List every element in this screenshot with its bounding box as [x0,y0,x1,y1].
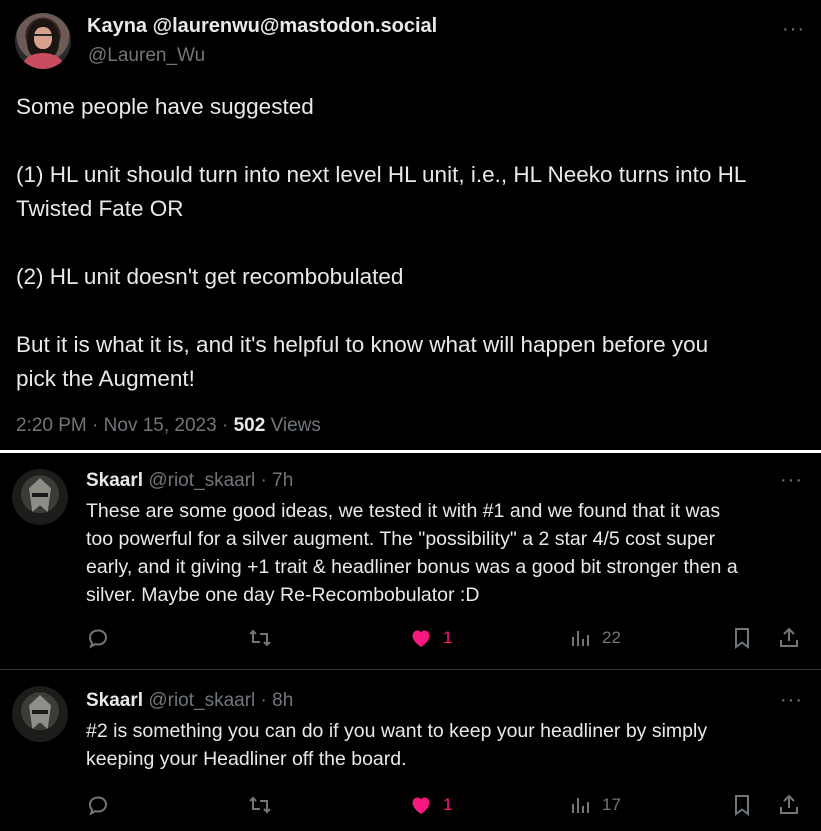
share-icon [780,627,798,647]
reply-author-handle[interactable]: @riot_skaarl [148,470,255,491]
bookmark-button[interactable] [731,623,753,653]
reply-text-line: keeping your Headliner off the board. [86,748,407,770]
author-name[interactable]: Kayna @laurenwu@mastodon.social [87,15,437,38]
reply-author-name[interactable]: Skaarl [86,690,143,711]
action-bar: 1 22 [0,623,821,653]
views-count: 17 [602,795,621,814]
reply-text: #2 is something you can do if you want t… [86,717,806,773]
reply-button[interactable] [86,623,110,653]
views-button[interactable]: 17 [570,790,621,820]
like-count: 1 [443,628,453,647]
avatar[interactable] [12,686,68,742]
meta-separator: · [92,415,99,436]
tweet-thread: Kayna @laurenwu@mastodon.social @Lauren_… [0,0,821,831]
meta-separator: · [260,470,267,491]
more-icon[interactable]: ··· [780,689,803,712]
share-icon [780,794,798,814]
retweet-button[interactable] [247,623,273,653]
reply-time[interactable]: 8h [272,690,293,711]
avatar[interactable] [15,13,71,69]
meta-separator: · [221,415,229,436]
reply-text-line: These are some good ideas, we tested it … [86,500,721,522]
bookmark-button[interactable] [731,790,753,820]
tweet-date[interactable]: Nov 15, 2023 [104,415,217,436]
views-count: 502 [233,415,266,436]
reply-text-line: #2 is something you can do if you want t… [86,720,708,742]
reply-header: Skaarl @riot_skaarl · 8h [86,690,293,712]
share-button[interactable] [777,790,801,820]
like-count: 1 [443,795,453,814]
reply-button[interactable] [86,790,110,820]
retweet-button[interactable] [247,790,273,820]
bookmark-icon [735,795,749,816]
reply-text: These are some good ideas, we tested it … [86,497,806,609]
tweet-text-line: Twisted Fate OR [16,196,184,221]
reply-header: Skaarl @riot_skaarl · 7h [86,470,293,492]
tweet-text-line: pick the Augment! [16,366,195,391]
tweet-text-line: (1) HL unit should turn into next level … [16,162,747,187]
reply-tweet[interactable]: Skaarl @riot_skaarl · 8h ··· #2 is somet… [0,670,821,831]
main-tweet: Kayna @laurenwu@mastodon.social @Lauren_… [0,0,821,451]
tweet-text-line: Some people have suggested [16,94,314,119]
tweet-text: Some people have suggested (1) HL unit s… [16,90,816,396]
reply-text-line: early, and it giving +1 trait & headline… [86,556,738,578]
like-button[interactable]: 1 [409,790,452,820]
reply-author-name[interactable]: Skaarl [86,470,143,491]
tweet-time[interactable]: 2:20 PM [16,415,87,436]
reply-icon [88,629,108,649]
reply-icon [88,796,108,816]
tweet-meta: 2:20 PM · Nov 15, 2023 · 502 Views [16,415,321,437]
share-button[interactable] [777,623,801,653]
views-label: Views [270,415,321,436]
tweet-text-line [16,294,816,328]
tweet-text-line [16,226,816,260]
reply-time[interactable]: 7h [272,470,293,491]
retweet-icon [249,629,271,647]
more-icon[interactable]: ··· [780,469,803,492]
views-icon [572,631,589,646]
tweet-text-line [16,124,816,158]
author-handle[interactable]: @Lauren_Wu [88,45,205,67]
views-count: 22 [602,628,621,647]
avatar[interactable] [12,469,68,525]
reply-author-handle[interactable]: @riot_skaarl [148,690,255,711]
action-bar: 1 17 [0,790,821,820]
retweet-icon [249,796,271,814]
heart-icon [412,630,430,647]
reply-tweet[interactable]: Skaarl @riot_skaarl · 7h ··· These are s… [0,453,821,669]
reply-text-line: silver. Maybe one day Re-Recombobulator … [86,584,480,606]
views-button[interactable]: 22 [570,623,621,653]
tweet-text-line: But it is what it is, and it's helpful t… [16,332,709,357]
more-icon[interactable]: ··· [782,18,805,41]
tweet-text-line: (2) HL unit doesn't get recombobulated [16,264,404,289]
heart-icon [412,797,430,814]
like-button[interactable]: 1 [409,623,452,653]
views-icon [572,798,589,813]
reply-text-line: too powerful for a silver augment. The "… [86,528,716,550]
meta-separator: · [260,690,267,711]
bookmark-icon [735,628,749,649]
